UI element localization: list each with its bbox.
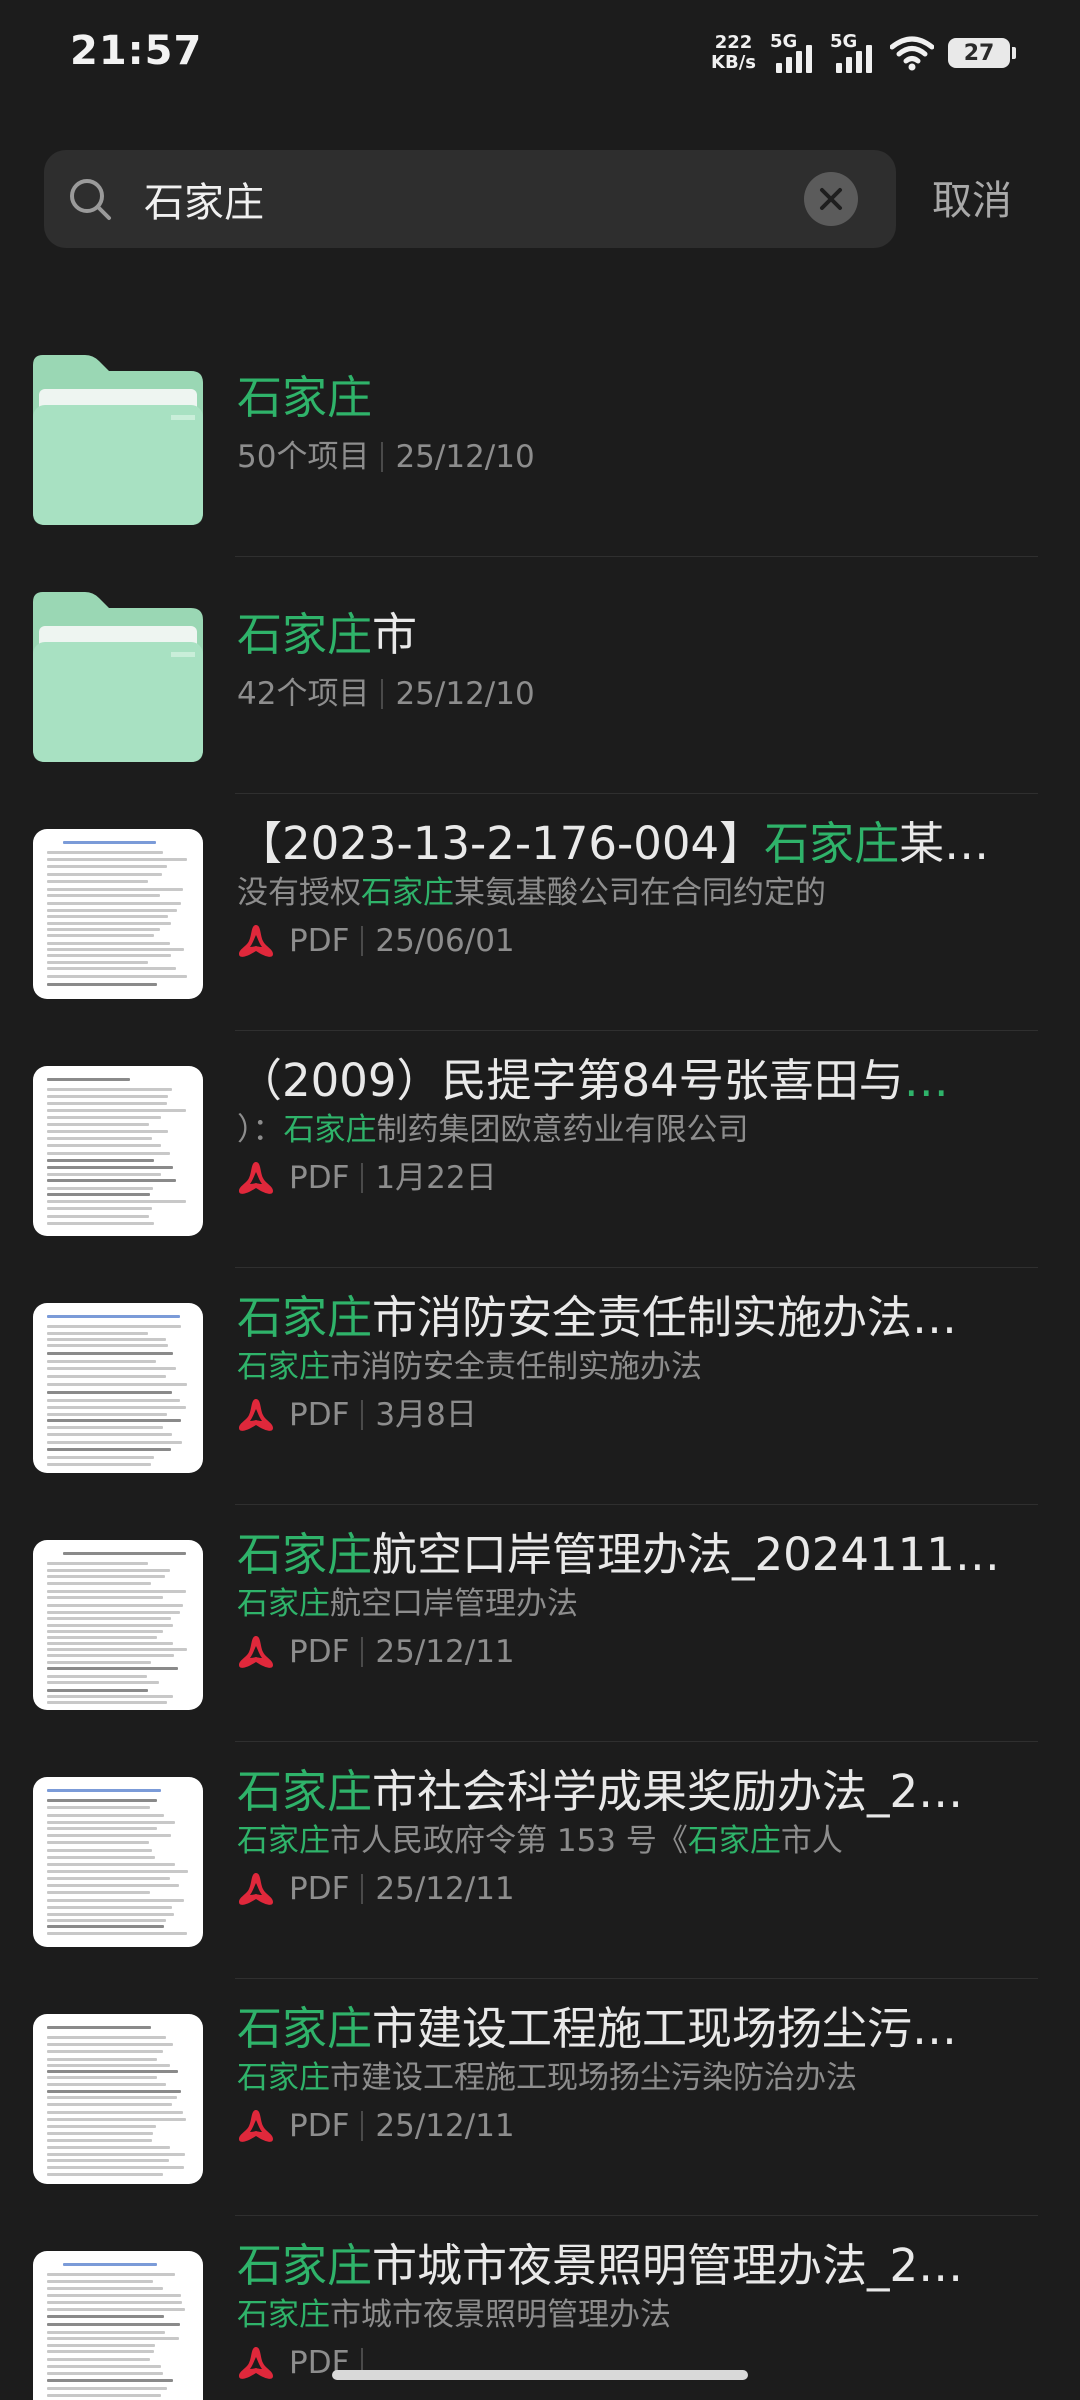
clear-search-button[interactable] bbox=[804, 172, 858, 226]
folder-title: 石家庄市 bbox=[237, 608, 418, 661]
file-type: PDF bbox=[289, 1160, 350, 1196]
file-snippet: ）：石家庄制药集团欧意药业有限公司 bbox=[237, 1112, 749, 1148]
folder-title: 石家庄 bbox=[237, 371, 373, 424]
document-thumbnail bbox=[33, 1540, 203, 1710]
battery-icon: 27 bbox=[948, 38, 1016, 68]
pdf-icon bbox=[239, 1873, 273, 1905]
pdf-icon bbox=[239, 925, 273, 957]
search-results-list: 石家庄 50个项目 25/12/10 石家庄市 42个项目 25/12/10 【… bbox=[0, 320, 1080, 2400]
file-date: 25/12/11 bbox=[375, 1871, 515, 1907]
search-bar bbox=[44, 150, 896, 248]
wifi-icon bbox=[890, 36, 934, 71]
file-item[interactable]: （2009）民提字第84号张喜田与… ）：石家庄制药集团欧意药业有限公司 PDF… bbox=[0, 1031, 1080, 1268]
search-icon bbox=[70, 179, 111, 220]
file-snippet: 石家庄航空口岸管理办法 bbox=[237, 1586, 578, 1622]
file-meta: PDF 25/12/11 bbox=[237, 2105, 1007, 2147]
file-item[interactable]: 石家庄市消防安全责任制实施办法… 石家庄市消防安全责任制实施办法 PDF 3月8… bbox=[0, 1268, 1080, 1505]
folder-item[interactable]: 石家庄市 42个项目 25/12/10 bbox=[0, 557, 1080, 794]
file-title: 【2023-13-2-176-004】石家庄某… bbox=[237, 817, 990, 870]
network-speed: 222 KB/s bbox=[711, 33, 756, 73]
cancel-button[interactable]: 取消 bbox=[932, 168, 1012, 226]
file-type: PDF bbox=[289, 1397, 350, 1433]
file-title: 石家庄市建设工程施工现场扬尘污… bbox=[237, 2002, 958, 2055]
close-icon bbox=[820, 188, 842, 210]
folder-date: 25/12/10 bbox=[395, 676, 535, 712]
network-speed-unit: KB/s bbox=[711, 52, 756, 73]
pdf-icon bbox=[239, 2347, 273, 2379]
folder-date: 25/12/10 bbox=[395, 439, 535, 475]
file-title: 石家庄航空口岸管理办法_2024111… bbox=[237, 1528, 1000, 1581]
folder-icon bbox=[33, 592, 203, 762]
file-snippet: 石家庄市建设工程施工现场扬尘污染防治办法 bbox=[237, 2060, 857, 2096]
file-type: PDF bbox=[289, 923, 350, 959]
file-meta: PDF 1月22日 bbox=[237, 1157, 1007, 1199]
file-meta: PDF 25/12/11 bbox=[237, 1631, 1007, 1673]
file-meta: PDF 3月8日 bbox=[237, 1394, 1007, 1436]
pdf-icon bbox=[239, 2110, 273, 2142]
folder-icon bbox=[33, 355, 203, 525]
network-speed-value: 222 bbox=[714, 32, 753, 53]
document-thumbnail bbox=[33, 1303, 203, 1473]
pdf-icon bbox=[239, 1162, 273, 1194]
file-title: 石家庄市社会科学成果奖励办法_2… bbox=[237, 1765, 964, 1818]
file-item[interactable]: 石家庄航空口岸管理办法_2024111… 石家庄航空口岸管理办法 PDF 25/… bbox=[0, 1505, 1080, 1742]
file-item[interactable]: 石家庄市社会科学成果奖励办法_2… 石家庄市人民政府令第 153 号《石家庄市人… bbox=[0, 1742, 1080, 1979]
screen: 21:57 222 KB/s 5G 5G 27 石家庄 取消 石家庄 50个项目… bbox=[0, 0, 1080, 2400]
file-snippet: 石家庄市城市夜景照明管理办法 bbox=[237, 2297, 671, 2333]
file-title: （2009）民提字第84号张喜田与… bbox=[237, 1054, 949, 1107]
file-title: 石家庄市消防安全责任制实施办法… bbox=[237, 1291, 958, 1344]
folder-count: 50个项目 bbox=[237, 439, 370, 475]
file-date: 25/06/01 bbox=[375, 923, 515, 959]
pdf-icon bbox=[239, 1399, 273, 1431]
document-thumbnail bbox=[33, 1066, 203, 1236]
file-date: 25/12/11 bbox=[375, 1634, 515, 1670]
file-item[interactable]: 石家庄市建设工程施工现场扬尘污… 石家庄市建设工程施工现场扬尘污染防治办法 PD… bbox=[0, 1979, 1080, 2216]
file-snippet: 石家庄市消防安全责任制实施办法 bbox=[237, 1349, 702, 1385]
document-thumbnail bbox=[33, 1777, 203, 1947]
folder-count: 42个项目 bbox=[237, 676, 370, 712]
search-input[interactable] bbox=[144, 170, 824, 228]
status-bar: 21:57 222 KB/s 5G 5G 27 bbox=[0, 0, 1080, 110]
file-snippet: 石家庄市人民政府令第 153 号《石家庄市人 bbox=[237, 1823, 843, 1859]
file-meta: PDF 25/12/11 bbox=[237, 1868, 1007, 1910]
document-thumbnail bbox=[33, 2014, 203, 2184]
battery-level: 27 bbox=[963, 40, 995, 66]
file-snippet: 没有授权石家庄某氨基酸公司在合同约定的 bbox=[237, 875, 826, 911]
file-item[interactable]: 【2023-13-2-176-004】石家庄某… 没有授权石家庄某氨基酸公司在合… bbox=[0, 794, 1080, 1031]
status-time: 21:57 bbox=[70, 28, 203, 74]
signal-icon-sim1: 5G bbox=[770, 31, 816, 75]
folder-item[interactable]: 石家庄 50个项目 25/12/10 bbox=[0, 320, 1080, 557]
file-meta: PDF 25/06/01 bbox=[237, 920, 1007, 962]
pdf-icon bbox=[239, 1636, 273, 1668]
folder-meta: 42个项目 25/12/10 bbox=[237, 673, 1007, 715]
signal-icon-sim2: 5G bbox=[830, 31, 876, 75]
file-date: 25/12/11 bbox=[375, 2108, 515, 2144]
file-type: PDF bbox=[289, 2108, 350, 2144]
status-icons: 222 KB/s 5G 5G 27 bbox=[711, 28, 1016, 78]
file-date: 3月8日 bbox=[375, 1397, 477, 1433]
document-thumbnail bbox=[33, 2251, 203, 2400]
file-title: 石家庄市城市夜景照明管理办法_2… bbox=[237, 2239, 964, 2292]
file-date: 1月22日 bbox=[375, 1160, 497, 1196]
home-indicator[interactable] bbox=[332, 2370, 748, 2380]
document-thumbnail bbox=[33, 829, 203, 999]
folder-meta: 50个项目 25/12/10 bbox=[237, 436, 1007, 478]
file-type: PDF bbox=[289, 1871, 350, 1907]
file-type: PDF bbox=[289, 1634, 350, 1670]
